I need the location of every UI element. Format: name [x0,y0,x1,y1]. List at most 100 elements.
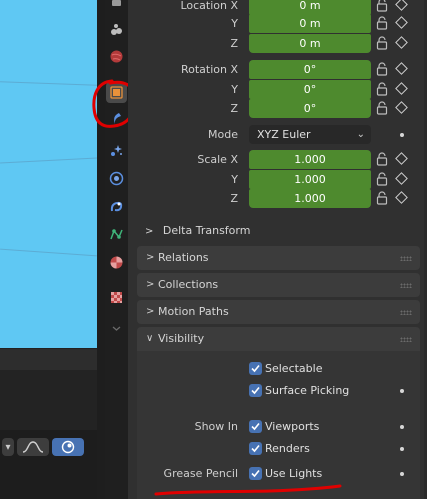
collections-title: Collections [158,278,219,291]
viewports-checkbox-row[interactable]: Show In Viewports [128,417,427,437]
tab-material[interactable] [106,252,127,273]
lock-icon[interactable] [376,0,388,12]
lock-icon[interactable] [376,62,388,76]
scale-z-label: Z [230,192,238,205]
scale-x-label: Scale X [197,153,238,166]
renders-checkbox-row[interactable]: Renders [128,439,427,459]
tab-physics[interactable] [106,168,127,189]
scale-y-label: Y [231,173,238,186]
tab-data[interactable] [106,224,127,245]
lock-icon[interactable] [376,36,388,50]
chevron-right-icon: > [146,252,155,263]
rotation-x-label: Rotation X [180,63,238,76]
chevron-down-icon: ∨ [146,333,154,344]
renders-checkbox[interactable] [249,442,262,455]
rotation-mode-select[interactable]: XYZ Euler ⌄ [249,125,371,144]
animate-dot-icon[interactable] [400,389,404,393]
lock-icon[interactable] [376,191,388,205]
rotation-y-label: Y [231,83,238,96]
dropdown-button[interactable]: ▾ [2,438,14,456]
scale-x-field[interactable]: 1.000 [249,150,371,169]
keyframe-icon[interactable] [395,101,408,114]
relations-title: Relations [158,251,209,264]
show-in-label: Show In [194,420,238,433]
rotation-x-field[interactable]: 0° [249,60,371,79]
keyframe-icon[interactable] [395,36,408,49]
tool-icon [112,0,121,6]
use-lights-checkbox[interactable] [249,467,262,480]
overlay-toggle-button[interactable] [52,438,84,456]
visibility-title: Visibility [158,332,205,345]
animate-dot-icon[interactable] [400,447,404,451]
mode-label: Mode [208,128,238,141]
location-y-field[interactable]: 0 m [249,14,371,33]
physics-icon [111,24,122,35]
rotation-mode-value: XYZ Euler [257,128,311,141]
lock-icon[interactable] [376,152,388,166]
rotation-z-field[interactable]: 0° [249,99,371,118]
surface-picking-label: Surface Picking [265,384,350,397]
physics-circle-icon [109,171,124,186]
delta-transform-subpanel[interactable]: > Delta Transform [145,221,250,241]
visibility-panel-header[interactable]: ∨ Visibility [137,327,420,351]
annotation-underline [154,484,342,496]
rotation-z-row: Z 0° [128,99,427,119]
motion-paths-panel-header[interactable]: > Motion Paths [137,300,420,324]
selectable-checkbox-row[interactable]: Selectable [128,359,427,379]
location-y-row: Y 0 m [128,14,427,34]
keyframe-icon[interactable] [395,0,408,11]
delta-transform-label: Delta Transform [162,224,251,237]
falloff-curve-button[interactable] [17,438,49,456]
constraints-icon [110,201,123,212]
animate-dot-icon[interactable] [400,472,404,476]
viewport-canvas[interactable] [0,0,97,348]
lock-icon[interactable] [376,101,388,115]
drag-grip-icon[interactable] [400,310,412,315]
keyframe-icon[interactable] [395,82,408,95]
tab-more[interactable] [106,318,127,339]
object-data-icon [110,229,123,240]
tab-tool[interactable] [106,0,127,14]
scale-y-field[interactable]: 1.000 [249,170,371,189]
keyframe-icon[interactable] [395,16,408,29]
location-x-field[interactable]: 0 m [249,0,371,15]
chevron-down-icon [112,326,121,331]
location-z-field[interactable]: 0 m [249,34,371,53]
keyframe-icon[interactable] [395,191,408,204]
3d-viewport[interactable]: ▾ [0,0,97,499]
lock-icon[interactable] [376,16,388,30]
surface-picking-checkbox-row[interactable]: Surface Picking [128,381,427,401]
keyframe-icon[interactable] [395,152,408,165]
drag-grip-icon[interactable] [400,283,412,288]
lock-icon[interactable] [376,172,388,186]
selectable-checkbox[interactable] [249,362,262,375]
drag-grip-icon[interactable] [400,337,412,342]
animate-dot-icon[interactable] [400,133,404,137]
keyframe-icon[interactable] [395,62,408,75]
rotation-y-field[interactable]: 0° [249,80,371,99]
scale-y-row: Y 1.000 [128,170,427,190]
surface-picking-checkbox[interactable] [249,384,262,397]
properties-tab-bar [105,0,128,499]
viewports-checkbox[interactable] [249,420,262,433]
object-properties-panel: Location X 0 m Y 0 m Z 0 m Rotation X 0°… [128,0,427,499]
lock-icon[interactable] [376,82,388,96]
animate-dot-icon[interactable] [400,425,404,429]
checkmark-icon [251,386,260,395]
viewport-toolbar: ▾ [2,437,95,457]
location-z-row: Z 0 m [128,34,427,54]
world-icon [110,50,123,63]
tab-scene[interactable] [106,19,127,40]
scale-z-field[interactable]: 1.000 [249,189,371,208]
tab-texture[interactable] [106,287,127,308]
tab-particles[interactable] [106,140,127,161]
tab-world[interactable] [106,46,127,67]
relations-panel-header[interactable]: > Relations [137,246,420,270]
use-lights-checkbox-row[interactable]: Grease Pencil Use Lights [128,464,427,484]
selectable-label: Selectable [265,362,323,375]
tab-constraints[interactable] [106,196,127,217]
keyframe-icon[interactable] [395,172,408,185]
collections-panel-header[interactable]: > Collections [137,273,420,297]
use-lights-label: Use Lights [265,467,323,480]
drag-grip-icon[interactable] [400,256,412,261]
